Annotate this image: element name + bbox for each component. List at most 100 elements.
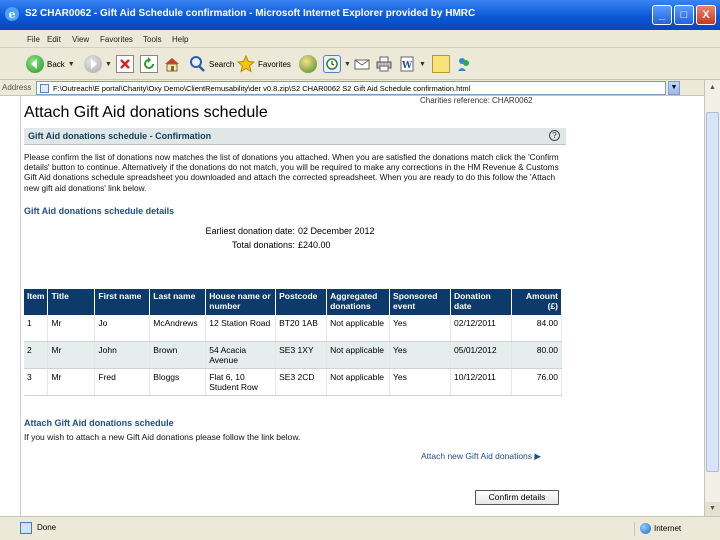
column-header: Last name bbox=[149, 289, 207, 315]
history-button[interactable]: ▼ bbox=[323, 53, 351, 75]
panel-header: Gift Aid donations schedule - Confirmati… bbox=[24, 128, 566, 145]
table-cell: 80.00 bbox=[511, 341, 563, 369]
donations-table: Item Title First name Last name House na… bbox=[24, 289, 563, 396]
table-cell: BT20 1AB bbox=[275, 315, 328, 342]
column-header: Amount (£) bbox=[511, 289, 563, 315]
svg-text:W: W bbox=[401, 61, 413, 71]
chevron-down-icon[interactable]: ▼ bbox=[344, 61, 351, 68]
minimize-button[interactable]: _ bbox=[652, 5, 672, 25]
scroll-up-button[interactable]: ▲ bbox=[704, 80, 720, 96]
column-header: House name or number bbox=[205, 289, 277, 315]
page-title: Attach Gift Aid donations schedule bbox=[24, 104, 268, 121]
table-cell: Not applicable bbox=[326, 315, 391, 342]
close-button[interactable]: X bbox=[696, 5, 716, 25]
customer-reference: Charities reference: CHAR0062 bbox=[420, 96, 533, 105]
print-icon bbox=[375, 55, 393, 73]
media-button[interactable] bbox=[299, 53, 317, 75]
menu-favorites[interactable]: Favorites bbox=[100, 35, 133, 44]
table-cell: John bbox=[94, 341, 151, 369]
table-cell: 12 Station Road bbox=[205, 315, 277, 342]
table-cell: SE3 2CD bbox=[275, 368, 328, 396]
table-cell: Yes bbox=[389, 315, 451, 342]
page-icon bbox=[40, 84, 49, 93]
table-row: 3 Mr Fred Bloggs Flat 6, 10 Student Row … bbox=[24, 368, 563, 396]
address-input[interactable]: F:\Outreach\E portal\Charity\Oxy Demo\Cl… bbox=[36, 81, 666, 95]
column-header: Title bbox=[47, 289, 96, 315]
attach-new-donations-link[interactable]: Attach new Gift Aid donations ▶ bbox=[421, 451, 541, 462]
column-header: Donation date bbox=[450, 289, 512, 315]
menu-file[interactable]: File bbox=[27, 35, 40, 44]
favorites-label: Favorites bbox=[258, 59, 291, 69]
table-cell: Mr bbox=[47, 341, 96, 369]
chevron-down-icon[interactable]: ▼ bbox=[105, 61, 112, 68]
table-cell: 10/12/2011 bbox=[450, 368, 512, 396]
menu-edit[interactable]: Edit bbox=[47, 35, 61, 44]
confirm-details-button[interactable]: Confirm details bbox=[475, 490, 559, 505]
chevron-down-icon[interactable]: ▼ bbox=[68, 61, 75, 68]
column-header: Aggregated donations bbox=[326, 289, 391, 315]
table-cell: McAndrews bbox=[149, 315, 207, 342]
mail-icon bbox=[353, 55, 371, 73]
instructions-paragraph: Please confirm the list of donations now… bbox=[24, 152, 559, 193]
back-arrow-icon bbox=[26, 55, 44, 73]
earliest-date-label: Earliest donation date: bbox=[205, 226, 295, 236]
history-icon bbox=[323, 55, 341, 73]
back-button[interactable]: Back ▼ bbox=[26, 53, 75, 75]
help-icon[interactable]: ? bbox=[549, 130, 560, 141]
attach-section-heading: Attach Gift Aid donations schedule bbox=[24, 418, 174, 428]
print-button[interactable] bbox=[375, 53, 393, 75]
maximize-button[interactable]: □ bbox=[674, 5, 694, 25]
table-row: 1 Mr Jo McAndrews 12 Station Road BT20 1… bbox=[24, 315, 563, 342]
table-cell: Bloggs bbox=[149, 368, 207, 396]
table-cell: 02/12/2011 bbox=[450, 315, 512, 342]
home-button[interactable] bbox=[163, 53, 181, 75]
table-cell: 05/01/2012 bbox=[450, 341, 512, 369]
table-cell: 2 bbox=[24, 341, 49, 369]
column-header: Sponsored event bbox=[389, 289, 451, 315]
word-document-icon: W bbox=[398, 55, 416, 73]
scrollbar-thumb[interactable] bbox=[706, 112, 719, 472]
table-cell: SE3 1XY bbox=[275, 341, 328, 369]
vertical-scrollbar[interactable]: ▼ bbox=[704, 96, 720, 516]
notes-button[interactable] bbox=[432, 53, 450, 75]
window-title: S2 CHAR0062 - Gift Aid Schedule confirma… bbox=[25, 8, 476, 19]
panel-title: Gift Aid donations schedule - Confirmati… bbox=[28, 131, 212, 141]
refresh-button[interactable] bbox=[140, 53, 158, 75]
table-cell: 1 bbox=[24, 315, 49, 342]
column-header: First name bbox=[94, 289, 151, 315]
scroll-down-button[interactable]: ▼ bbox=[705, 502, 720, 516]
mail-button[interactable] bbox=[353, 53, 371, 75]
window-titlebar: e S2 CHAR0062 - Gift Aid Schedule confir… bbox=[0, 0, 720, 30]
address-dropdown-button[interactable]: ▼ bbox=[668, 81, 680, 95]
address-label: Address bbox=[2, 83, 32, 92]
favorites-button[interactable]: Favorites bbox=[236, 53, 291, 75]
table-row: 2 Mr John Brown 54 Acacia Avenue SE3 1XY… bbox=[24, 341, 563, 369]
stop-button[interactable] bbox=[116, 53, 134, 75]
sticky-note-icon bbox=[432, 55, 450, 73]
status-bar: Done Internet bbox=[0, 516, 720, 540]
menu-tools[interactable]: Tools bbox=[143, 35, 162, 44]
summary-block: Earliest donation date: 02 December 2012 … bbox=[180, 226, 374, 254]
forward-button[interactable]: ▼ bbox=[84, 53, 112, 75]
table-cell: 54 Acacia Avenue bbox=[205, 341, 277, 369]
menu-view[interactable]: View bbox=[72, 35, 89, 44]
media-icon bbox=[299, 55, 317, 73]
star-icon bbox=[236, 54, 256, 73]
messenger-button[interactable] bbox=[455, 53, 473, 75]
page-done-icon bbox=[20, 522, 32, 534]
back-label: Back bbox=[47, 59, 65, 69]
table-cell: Jo bbox=[94, 315, 151, 342]
menu-help[interactable]: Help bbox=[172, 35, 188, 44]
address-value: F:\Outreach\E portal\Charity\Oxy Demo\Cl… bbox=[53, 84, 471, 93]
toolbar: Back ▼ ▼ Search Favorites ▼ W ▼ bbox=[0, 48, 720, 80]
chevron-down-icon[interactable]: ▼ bbox=[419, 61, 426, 68]
menu-bar: File Edit View Favorites Tools Help bbox=[0, 30, 720, 48]
details-heading: Gift Aid donations schedule details bbox=[24, 206, 175, 216]
column-header: Item bbox=[24, 289, 49, 315]
home-icon bbox=[163, 55, 181, 73]
search-button[interactable]: Search bbox=[188, 53, 234, 75]
edit-button[interactable]: W ▼ bbox=[398, 53, 426, 75]
page-content: Charities reference: CHAR0062 Attach Gif… bbox=[0, 96, 704, 516]
table-cell: Yes bbox=[389, 341, 451, 369]
address-bar: Address F:\Outreach\E portal\Charity\Oxy… bbox=[0, 80, 720, 96]
